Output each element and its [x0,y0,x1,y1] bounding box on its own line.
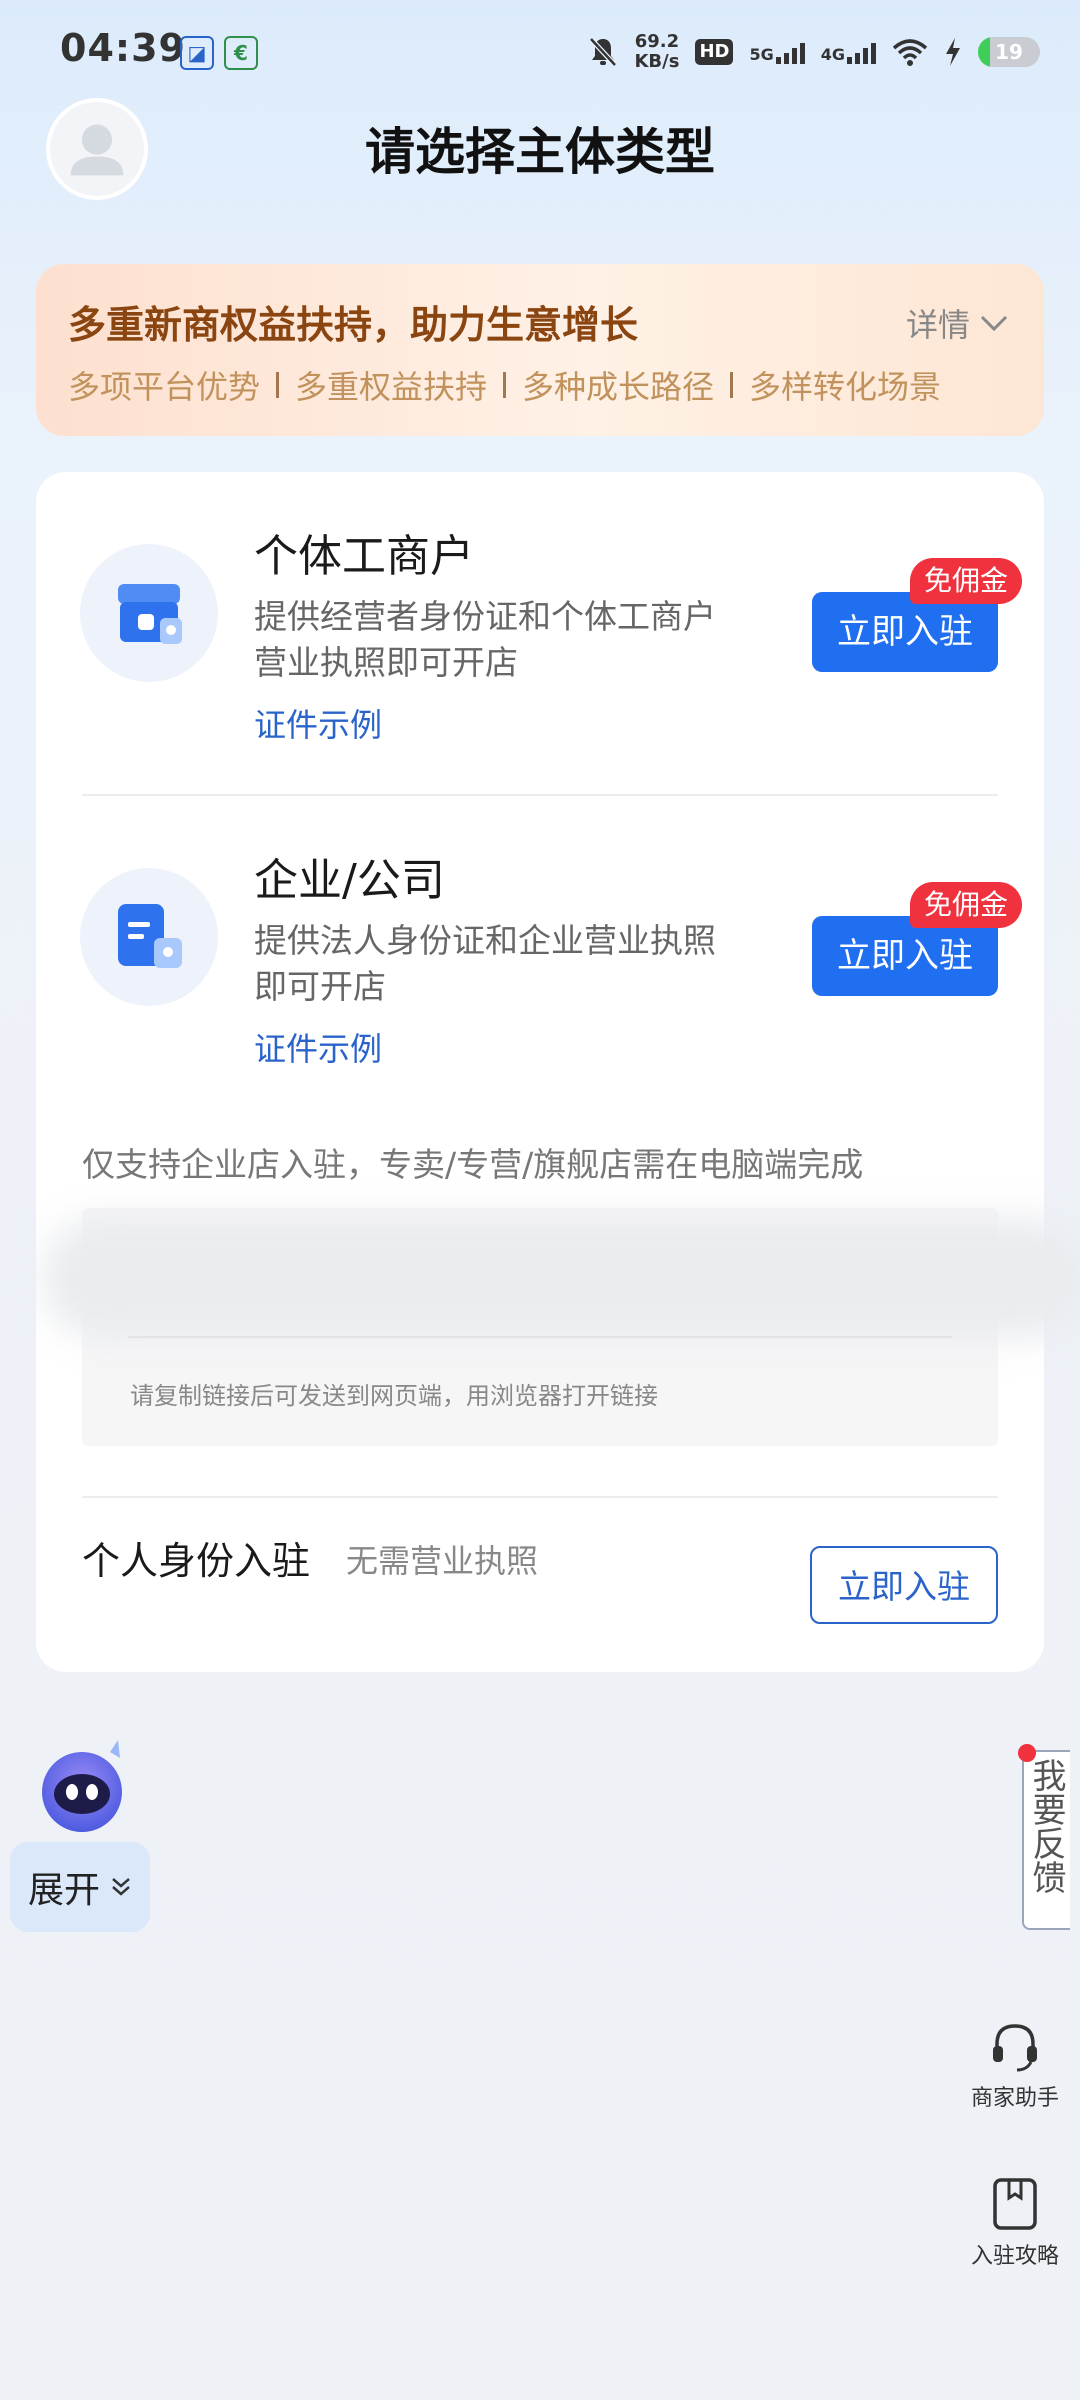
feedback-tab[interactable]: 我要反馈 [1018,1744,1070,1930]
redacted-link-area [42,1218,1080,1338]
storefront-icon [80,544,218,682]
assistant-expand-button[interactable]: 展开 [10,1842,150,1932]
promo-tag: 多样转化场景 [749,368,942,406]
headset-icon [993,2024,1037,2072]
double-chevron-down-icon [112,1878,130,1896]
page-title: 请选择主体类型 [365,123,715,181]
personal-entry-subtitle: 无需营业执照 [346,1542,539,1580]
option-description: 提供法人身份证和企业营业执照 即可开店 [254,918,774,1010]
network-speed-unit: KB/s [634,51,680,72]
promo-detail-label: 详情 [905,306,970,344]
signal-icon: 5G [749,40,805,64]
option-title: 企业/公司 [254,855,445,906]
merchant-assistant-button[interactable]: 商家助手 [960,2018,1070,2112]
option-description: 提供经营者身份证和个体工商户 营业执照即可开店 [254,594,774,686]
chevron-down-icon [980,315,1008,332]
option-individual-business: 个体工商户 提供经营者身份证和个体工商户 营业执照即可开店 证件示例 立即入驻 … [36,472,1044,792]
document-icon [80,868,218,1006]
charging-icon [946,38,960,66]
option-enterprise: 企业/公司 提供法人身份证和企业营业执照 即可开店 证件示例 立即入驻 免佣金 [36,796,1044,1116]
certificate-example-link[interactable]: 证件示例 [254,1024,382,1070]
tag-separator [276,372,280,398]
tag-separator [730,372,734,398]
personal-entry-title: 个人身份入驻 [82,1539,311,1583]
entity-type-card: 个体工商户 提供经营者身份证和个体工商户 营业执照即可开店 证件示例 立即入驻 … [36,472,1080,1672]
hd-icon: HD [695,39,734,65]
status-right-group: 69.2 KB/s HD 5G 4G 19 [588,30,1040,74]
guide-book-icon [993,2178,1037,2230]
status-bar: 04:39 ◪ € 69.2 KB/s HD 5G 4G 19 [0,0,1080,100]
robot-assistant-icon [42,1740,122,1832]
join-now-button[interactable]: 立即入驻 [812,916,998,996]
option-desc-line: 提供法人身份证和企业营业执照 [254,921,716,960]
option-desc-line: 提供经营者身份证和个体工商户 [254,597,716,636]
commission-free-badge: 免佣金 [909,558,1022,604]
side-tool-label: 入驻攻略 [970,2244,1059,2269]
onboarding-guide-button[interactable]: 入驻攻略 [960,2176,1070,2270]
side-tool-label: 商家助手 [970,2086,1059,2111]
tag-separator [503,372,507,398]
enterprise-notice: 仅支持企业店入驻，专卖/专营/旗舰店需在电脑端完成 [82,1145,864,1184]
option-title: 个体工商户 [254,531,474,582]
status-time: 04:39 [60,26,186,70]
network-speed: 69.2 KB/s [634,32,679,72]
promo-tag: 多项平台优势 [68,368,261,406]
option-desc-line: 即可开店 [254,967,386,1006]
expand-label: 展开 [27,1870,100,1911]
signal-icon-2: 4G [821,40,876,64]
app-notification-icon: ◪ [180,36,214,70]
battery-icon: 19 [978,37,1040,67]
option-desc-line: 营业执照即可开店 [254,643,518,682]
certificate-example-link[interactable]: 证件示例 [254,700,382,746]
promo-banner[interactable]: 多重新商权益扶持，助力生意增长 详情 多项平台优势 多重权益扶持 多种成长路径 … [36,264,1044,436]
network-speed-value: 69.2 [634,31,680,52]
promo-tag: 多重权益扶持 [295,368,488,406]
mute-bell-icon [589,37,618,67]
copy-link-box[interactable]: 请复制链接后可发送到网页端，用浏览器打开链接 [42,1208,1080,1446]
personal-join-button[interactable]: 立即入驻 [810,1546,998,1624]
post-office-icon: € [224,36,258,70]
sim1-label: 5G [749,45,774,64]
wifi-icon [892,39,928,66]
promo-tags: 多项平台优势 多重权益扶持 多种成长路径 多样转化场景 [68,362,941,408]
sim2-label: 4G [820,45,845,64]
feedback-label: 我要反馈 [1026,1758,1066,1894]
promo-title: 多重新商权益扶持，助力生意增长 [68,303,639,347]
join-now-button[interactable]: 立即入驻 [812,592,998,672]
battery-percent: 19 [995,40,1023,64]
divider [82,1496,998,1498]
copy-link-hint: 请复制链接后可发送到网页端，用浏览器打开链接 [130,1382,658,1410]
divider [128,1336,952,1338]
promo-tag: 多种成长路径 [522,368,715,406]
promo-detail-button[interactable]: 详情 [906,300,1008,346]
commission-free-badge: 免佣金 [909,882,1022,928]
